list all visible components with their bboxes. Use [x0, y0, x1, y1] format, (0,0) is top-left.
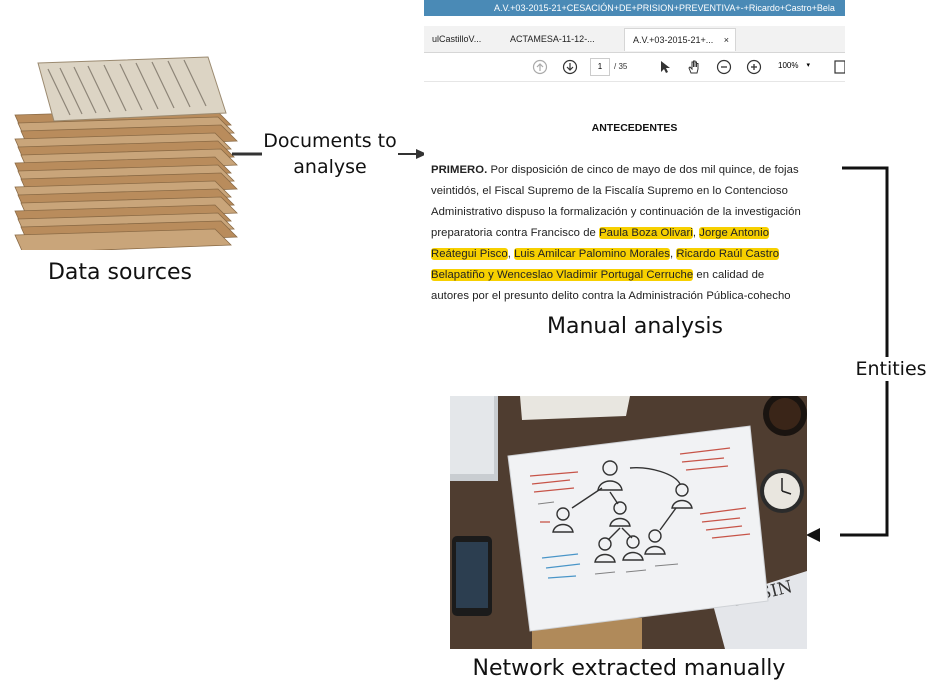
- entities-arrowhead: [806, 528, 820, 542]
- entities-arrow: [840, 166, 889, 537]
- line-text: Por disposición de cinco de mayo de dos …: [487, 164, 799, 176]
- tab-close-icon[interactable]: ×: [724, 29, 729, 51]
- tab-document-3-label: A.V.+03-2015-21+...: [633, 35, 714, 45]
- document-heading: ANTECEDENTES: [591, 122, 678, 134]
- paper-stack-image: [14, 56, 238, 250]
- document-line-1: PRIMERO. Por disposición de cinco de may…: [431, 164, 841, 176]
- document-line-5: Reátegui Pisco, Luis Amilcar Palomino Mo…: [431, 248, 841, 260]
- manual-analysis-label: Manual analysis: [546, 314, 723, 339]
- document-line-7: autores por el presunto delito contra la…: [431, 290, 791, 302]
- tab-document-3[interactable]: A.V.+03-2015-21+... ×: [624, 28, 736, 51]
- data-sources-label: Data sources: [47, 260, 193, 285]
- network-extracted-label: Network extracted manually: [472, 656, 786, 681]
- entity-highlight: Belapatiño y Wenceslao Vladimir Portugal…: [431, 269, 694, 281]
- document-line-2: veintidós, el Fiscal Supremo de la Fisca…: [431, 185, 788, 197]
- fit-page-icon[interactable]: [832, 59, 845, 75]
- zoom-select[interactable]: 100% ▾: [768, 58, 818, 74]
- page-down-icon[interactable]: [562, 59, 578, 75]
- tab-document-1[interactable]: ulCastilloV...: [424, 28, 500, 51]
- documents-to-analyse-label-2: analyse: [293, 156, 367, 178]
- entity-highlight: Paula Boza Olivari: [599, 227, 693, 239]
- pdf-window-title: A.V.+03-2015-21+CESACIÓN+DE+PRISION+PREV…: [424, 0, 845, 16]
- paragraph-label: PRIMERO.: [431, 164, 488, 176]
- pdf-toolbar: 1 / 35 100% ▾: [424, 53, 845, 82]
- page-number-input[interactable]: 1: [590, 58, 610, 76]
- page-total-label: / 35: [614, 62, 628, 71]
- network-sketch-photo: BUSIN: [450, 396, 807, 649]
- entity-highlight: Ricardo Raúl Castro: [676, 248, 780, 260]
- pdf-tab-bar: ulCastilloV... ACTAMESA-11-12-... A.V.+0…: [424, 26, 845, 53]
- entity-highlight: Jorge Antonio: [699, 227, 770, 239]
- document-line-4: preparatoria contra Francisco de Paula B…: [431, 227, 841, 239]
- tab-document-2[interactable]: ACTAMESA-11-12-...: [502, 28, 610, 51]
- zoom-in-icon[interactable]: [746, 59, 762, 75]
- select-pointer-icon[interactable]: [657, 59, 673, 75]
- page-up-icon[interactable]: [532, 59, 548, 75]
- entities-label: Entities: [852, 357, 930, 381]
- line-text: preparatoria contra Francisco de: [431, 227, 600, 239]
- documents-to-analyse-label: Documents to: [263, 130, 397, 152]
- entity-highlight: Luis Amilcar Palomino Morales: [514, 248, 670, 260]
- zoom-out-icon[interactable]: [716, 59, 732, 75]
- entity-highlight: Reátegui Pisco: [431, 248, 508, 260]
- zoom-value: 100%: [778, 61, 799, 70]
- chevron-down-icon: ▾: [806, 62, 810, 69]
- document-line-3: Administrativo dispuso la formalización …: [431, 206, 801, 218]
- pdf-viewer-screenshot: A.V.+03-2015-21+CESACIÓN+DE+PRISION+PREV…: [424, 0, 845, 305]
- hand-tool-icon[interactable]: [686, 59, 702, 75]
- line-text: en calidad de: [693, 269, 765, 281]
- document-line-6: Belapatiño y Wenceslao Vladimir Portugal…: [431, 269, 841, 281]
